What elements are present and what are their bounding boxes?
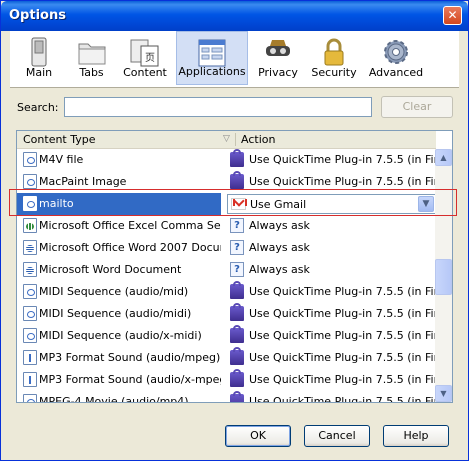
list-item[interactable]: Microsoft Office Word 2007 Docum... ? Al…	[17, 237, 436, 259]
svg-text:页: 页	[145, 52, 155, 64]
list-header: Content Type ▽ Action	[17, 131, 436, 149]
ask-icon: ?	[230, 262, 244, 277]
quicktime-icon	[230, 325, 244, 343]
content-type-label: Microsoft Office Word 2007 Docum...	[39, 241, 221, 254]
action-label: Use QuickTime Plug-in 7.5.5 (in Fire...	[249, 351, 453, 364]
content-type-label: MP3 Format Sound (audio/mpeg)	[39, 351, 221, 364]
list-item[interactable]: Microsoft Office Excel Comma Sepa... ? A…	[17, 215, 436, 237]
sort-indicator-icon: ▽	[223, 134, 230, 144]
action-label: Use QuickTime Plug-in 7.5.5 (in Fire...	[249, 175, 453, 188]
word-file-icon	[23, 240, 37, 255]
ask-icon: ?	[230, 240, 244, 255]
media-file-icon	[23, 152, 37, 167]
list-item[interactable]: Microsoft Word Document ? Always ask	[17, 259, 436, 281]
pane-content[interactable]: 页 Content	[115, 31, 175, 85]
close-button[interactable]: ✕	[443, 6, 462, 25]
ok-button[interactable]: OK	[225, 425, 291, 447]
pane-tabs[interactable]: Tabs	[68, 31, 115, 85]
cancel-button[interactable]: Cancel	[304, 425, 370, 447]
pane-main[interactable]: Main	[10, 31, 68, 85]
quicktime-icon	[230, 149, 244, 167]
column-header-content-type[interactable]: Content Type	[23, 133, 96, 146]
folder-icon	[78, 43, 105, 65]
quicktime-icon	[230, 281, 244, 299]
annotation-highlight-box	[9, 189, 457, 216]
quicktime-icon	[230, 303, 244, 321]
search-label: Search:	[17, 101, 59, 114]
content-type-label: MPEG-4 Movie (audio/mp4)	[39, 395, 189, 403]
window-title: Options	[9, 8, 66, 23]
list-item[interactable]: M4V file Use QuickTime Plug-in 7.5.5 (in…	[17, 149, 452, 171]
media-file-icon	[23, 394, 37, 402]
quicktime-icon	[230, 171, 244, 189]
content-icon: 页	[130, 39, 159, 67]
content-type-list: Content Type ▽ Action M4V file Use Quick…	[16, 130, 453, 403]
list-rows: M4V file Use QuickTime Plug-in 7.5.5 (in…	[17, 149, 452, 403]
media-file-icon	[23, 328, 37, 343]
content-type-label: M4V file	[39, 153, 84, 166]
media-file-icon	[23, 284, 37, 299]
scroll-up-button[interactable]: ▲	[435, 149, 452, 166]
action-label: Use QuickTime Plug-in 7.5.5 (in Fire...	[249, 329, 453, 342]
action-label: Use QuickTime Plug-in 7.5.5 (in Fire...	[249, 373, 453, 386]
quicktime-icon	[230, 391, 244, 402]
action-label: Use QuickTime Plug-in 7.5.5 (in Fire...	[249, 395, 453, 403]
column-divider[interactable]	[235, 133, 236, 146]
action-label: Use QuickTime Plug-in 7.5.5 (in Fire...	[249, 285, 453, 298]
list-item[interactable]: MIDI Sequence (audio/mid) Use QuickTime …	[17, 281, 452, 303]
audio-file-icon	[23, 350, 37, 365]
lock-icon	[324, 38, 344, 66]
action-label: Always ask	[249, 219, 310, 232]
switch-icon	[31, 37, 47, 67]
audio-file-icon	[23, 372, 37, 387]
content-type-label: MIDI Sequence (audio/x-midi)	[39, 329, 202, 342]
quicktime-icon	[230, 347, 244, 365]
pane-privacy[interactable]: Privacy	[250, 31, 306, 85]
list-item[interactable]: MIDI Sequence (audio/midi) Use QuickTime…	[17, 303, 452, 325]
word-file-icon	[23, 262, 37, 277]
list-item[interactable]: MIDI Sequence (audio/x-midi) Use QuickTi…	[17, 325, 452, 347]
media-file-icon	[23, 174, 37, 189]
scroll-thumb[interactable]	[435, 259, 452, 295]
content-type-label: MacPaint Image	[39, 175, 127, 188]
pane-label: Content	[123, 66, 167, 79]
mask-icon	[266, 40, 290, 56]
pane-advanced[interactable]: Advanced	[362, 31, 430, 85]
pane-label: Security	[311, 66, 357, 79]
pane-label: Advanced	[368, 66, 424, 79]
vertical-scrollbar[interactable]: ▲ ▼	[435, 149, 452, 402]
gear-icon	[384, 40, 408, 64]
list-item[interactable]: MPEG-4 Movie (audio/mp4) Use QuickTime P…	[17, 391, 452, 403]
content-type-label: Microsoft Word Document	[39, 263, 182, 276]
search-input[interactable]	[64, 97, 372, 117]
content-type-label: MP3 Format Sound (audio/x-mpeg)	[39, 373, 221, 386]
quicktime-icon	[230, 369, 244, 387]
pane-label: Main	[25, 66, 53, 79]
pane-applications[interactable]: Applications	[176, 31, 248, 85]
content-type-label: MIDI Sequence (audio/mid)	[39, 285, 189, 298]
action-label: Always ask	[249, 263, 310, 276]
content-type-label: MIDI Sequence (audio/midi)	[39, 307, 192, 320]
pane-label: Applications	[178, 65, 246, 78]
ask-icon: ?	[230, 218, 244, 233]
action-label: Always ask	[249, 241, 310, 254]
clear-button[interactable]: Clear	[381, 96, 453, 118]
options-dialog: Options ✕ Main Tabs 页 Content Applicatio…	[0, 0, 469, 461]
preferences-toolbar: Main Tabs 页 Content Applications Privacy…	[10, 31, 459, 88]
media-file-icon	[23, 306, 37, 321]
column-header-action[interactable]: Action	[241, 133, 275, 146]
pane-label: Tabs	[79, 66, 104, 79]
content-type-label: Microsoft Office Excel Comma Sepa...	[39, 219, 221, 232]
help-button[interactable]: Help	[383, 425, 449, 447]
list-item[interactable]: MP3 Format Sound (audio/mpeg) Use QuickT…	[17, 347, 452, 369]
scroll-down-button[interactable]: ▼	[435, 385, 452, 402]
action-label: Use QuickTime Plug-in 7.5.5 (in Fire...	[249, 153, 453, 166]
excel-file-icon	[23, 218, 37, 233]
action-label: Use QuickTime Plug-in 7.5.5 (in Fire...	[249, 307, 453, 320]
pane-security[interactable]: Security	[306, 31, 362, 85]
title-bar[interactable]: Options ✕	[1, 1, 468, 31]
pane-label: Privacy	[258, 66, 298, 79]
list-item[interactable]: MP3 Format Sound (audio/x-mpeg) Use Quic…	[17, 369, 452, 391]
